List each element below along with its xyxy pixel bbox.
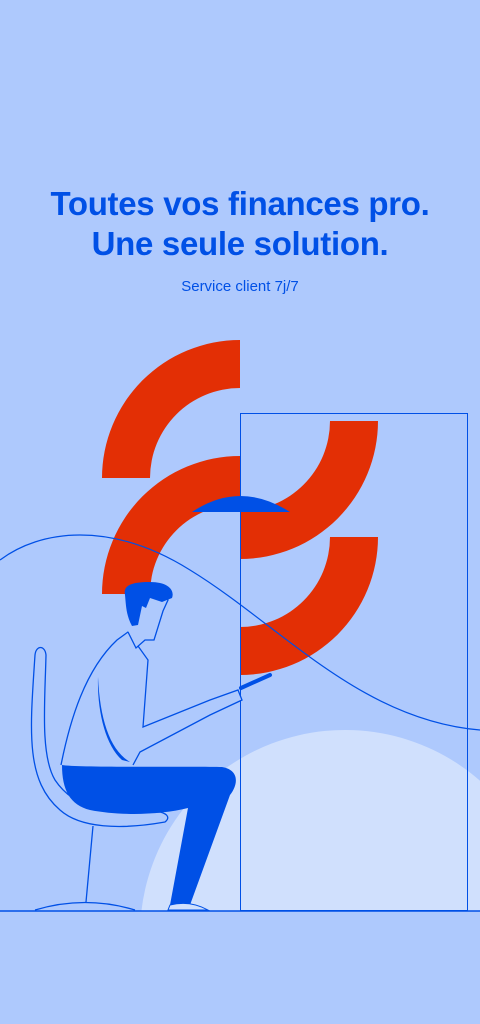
person-torso <box>60 631 243 766</box>
illustration <box>0 340 480 912</box>
arc-bottom-right <box>240 537 378 675</box>
arc-top-left <box>102 340 240 478</box>
phone <box>239 673 272 690</box>
